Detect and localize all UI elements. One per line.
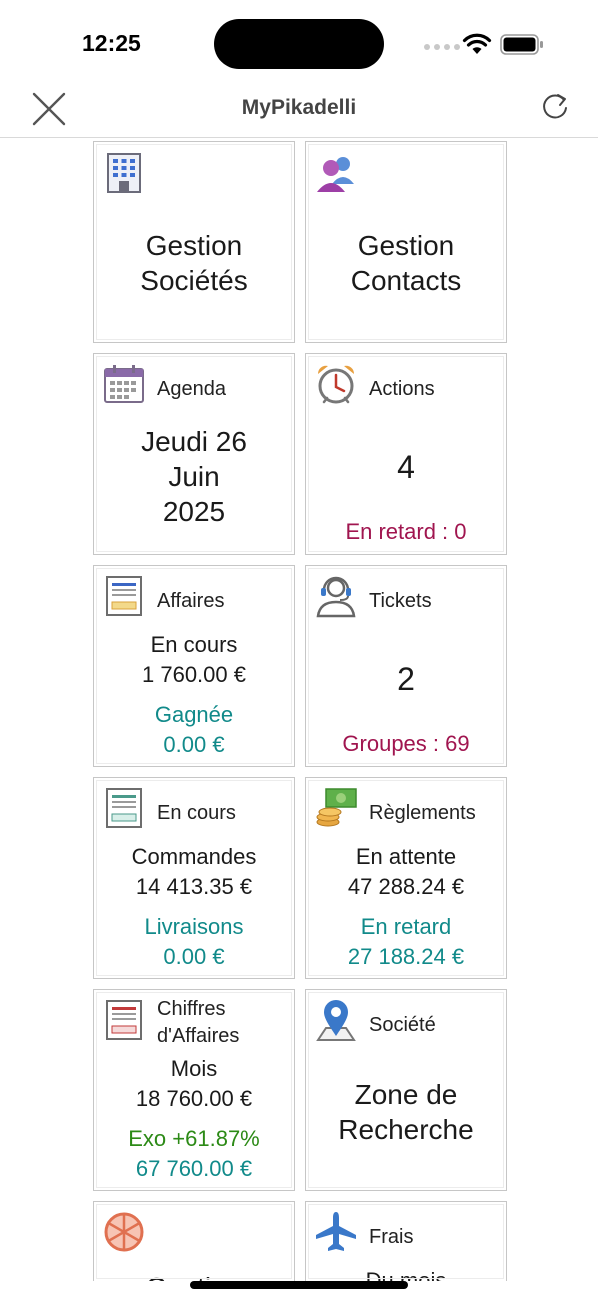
tickets-count: 2 (397, 661, 415, 697)
headset-icon (316, 576, 356, 618)
tile-gestion-contacts[interactable]: Gestion Contacts (305, 141, 507, 343)
reglements-amount: 47 288.24 € (347, 874, 465, 899)
agenda-day: Jeudi 26 (141, 426, 247, 457)
tile-label: Agenda (157, 378, 226, 400)
dynamic-island (214, 19, 384, 69)
tile-label: Société (369, 1014, 436, 1036)
tile-tickets[interactable]: Tickets 2 Groupes : 69 (305, 565, 507, 767)
tile-label-line2: d'Affaires (157, 1025, 240, 1047)
money-icon (316, 788, 357, 827)
status-time: 12:25 (82, 30, 141, 56)
nav-bar: MyPikadelli (0, 88, 598, 138)
chiffres-amount: 18 760.00 € (135, 1086, 253, 1111)
pie-wheel-icon (104, 1212, 144, 1252)
tile-title-line2: Contacts (350, 265, 462, 296)
affaires-amount: 1 760.00 € (142, 662, 246, 687)
tile-label-line1: Chiffres (157, 998, 226, 1020)
tile-label: Actions (369, 378, 435, 400)
affaires-won-amount: 0.00 € (163, 732, 225, 757)
agenda-year: 2025 (162, 496, 226, 527)
tile-gestion-societes[interactable]: Gestion Sociétés (93, 141, 295, 343)
tile-title-line1: Gestion (145, 230, 243, 261)
chiffres-exo: Exo +61.87% (128, 1126, 260, 1151)
building-icon (107, 153, 141, 193)
contacts-icon (317, 157, 354, 192)
deliveries-amount: 0.00 € (163, 944, 225, 969)
battery-icon (500, 34, 543, 55)
reglements-status: En attente (355, 844, 457, 869)
tile-label: Affaires (157, 590, 225, 612)
tile-label: Règlements (369, 802, 476, 824)
tile-title-line1: Gestion (94, 1270, 294, 1281)
tile-agenda[interactable]: Agenda Jeudi 26 Juin 2025 (93, 353, 295, 555)
tile-label: Frais (369, 1226, 414, 1248)
tile-label: Chiffres d'Affaires (157, 996, 239, 1050)
commandes-amount: 14 413.35 € (135, 874, 253, 899)
actions-late: En retard : 0 (345, 519, 467, 544)
document-icon (106, 576, 142, 616)
tile-reglements[interactable]: Règlements En attente 47 288.24 € En ret… (305, 777, 507, 979)
tile-frais[interactable]: Frais Du mois (305, 1201, 507, 1281)
wifi-icon (462, 33, 492, 54)
map-pin-icon (316, 1000, 356, 1041)
affaires-won-label: Gagnée (154, 702, 234, 727)
tile-gestion[interactable]: Gestion (93, 1201, 295, 1281)
order-document-icon (106, 788, 142, 828)
alarm-clock-icon (317, 365, 355, 404)
chiffres-period: Mois (170, 1056, 218, 1081)
search-zone-line1: Zone de (354, 1079, 458, 1110)
tile-title-line2: Sociétés (140, 265, 248, 296)
actions-count: 4 (397, 449, 415, 485)
tile-chiffres-affaires[interactable]: Chiffres d'Affaires Mois 18 760.00 € Exo… (93, 989, 295, 1191)
tile-label: En cours (157, 802, 236, 824)
tile-title-line1: Gestion (357, 230, 455, 261)
calendar-icon (104, 365, 144, 403)
affaires-status: En cours (150, 632, 238, 657)
tile-societe-search[interactable]: Société Zone de Recherche (305, 989, 507, 1191)
agenda-month: Juin (168, 461, 220, 492)
home-indicator[interactable] (190, 1281, 408, 1289)
tile-actions[interactable]: Actions 4 En retard : 0 (305, 353, 507, 555)
tile-affaires[interactable]: Affaires En cours 1 760.00 € Gagnée 0.00… (93, 565, 295, 767)
reglements-late-label: En retard (360, 914, 452, 939)
reglements-late-amount: 27 188.24 € (347, 944, 465, 969)
cellular-signal-icon (424, 44, 460, 50)
commandes-title: Commandes (131, 844, 257, 869)
airplane-icon (316, 1212, 356, 1251)
search-zone-line2: Recherche (338, 1114, 474, 1145)
revenue-document-icon (106, 1000, 142, 1040)
tile-label: Tickets (369, 590, 432, 612)
refresh-icon[interactable] (538, 90, 572, 124)
page-title: MyPikadelli (241, 96, 357, 119)
deliveries-label: Livraisons (144, 914, 244, 939)
status-bar: 12:25 (0, 0, 598, 88)
frais-period: Du mois (365, 1268, 447, 1281)
tickets-groups: Groupes : 69 (342, 731, 470, 756)
chiffres-exo-amount: 67 760.00 € (135, 1156, 253, 1181)
tile-commandes[interactable]: En cours Commandes 14 413.35 € Livraison… (93, 777, 295, 979)
